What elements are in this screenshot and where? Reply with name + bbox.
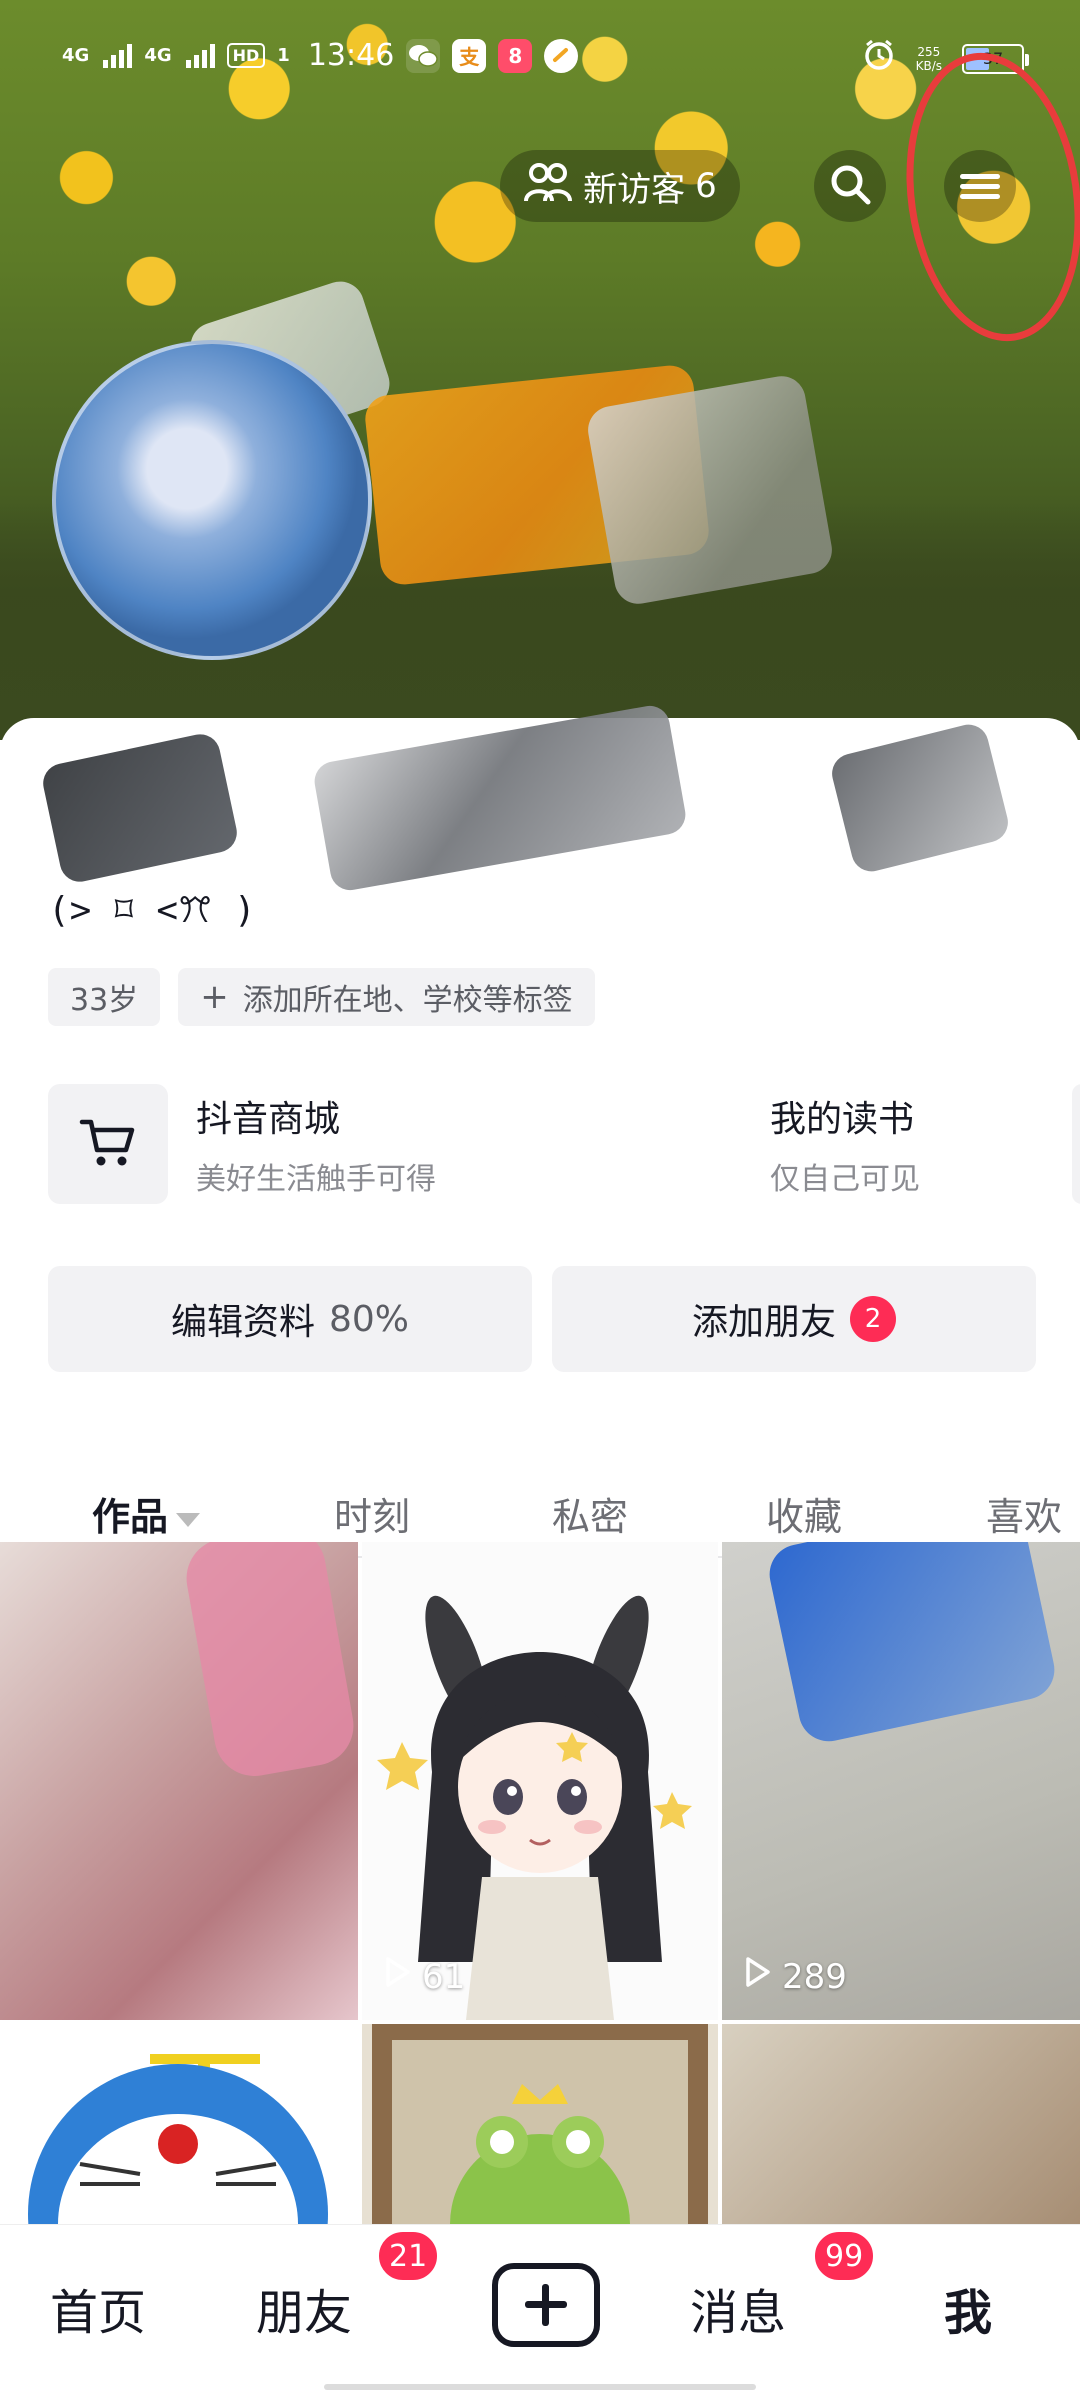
reading-title[interactable]: 我的读书: [770, 1090, 914, 1142]
visitor-label: 新访客: [583, 169, 686, 210]
nav-home[interactable]: 首页: [50, 2273, 146, 2343]
nav-me[interactable]: 我: [944, 2273, 992, 2343]
shopping-cart-icon: [78, 1114, 138, 1174]
redaction-scribble: [180, 1542, 358, 1783]
redaction-scribble: [39, 730, 241, 886]
speed-unit: KB/s: [915, 58, 942, 73]
view-count: 61: [380, 1955, 465, 1998]
tab-moments[interactable]: 时刻: [334, 1486, 410, 1541]
hd-badge: HD: [226, 43, 266, 68]
profile-tags: 33岁 + 添加所在地、学校等标签: [48, 968, 595, 1026]
tab-likes[interactable]: 喜欢: [986, 1486, 1062, 1541]
messages-badge: 99: [812, 2229, 877, 2283]
plus-icon: +: [200, 977, 229, 1017]
shop-subtitle: 美好生活触手可得: [196, 1162, 436, 1197]
video-thumbnail[interactable]: [362, 2024, 718, 2224]
app-notification-icon: 8: [498, 38, 533, 73]
home-indicator: [324, 2384, 756, 2390]
signal-icon: [185, 43, 215, 68]
video-thumbnail[interactable]: 61: [362, 1542, 718, 2020]
new-visitors-button[interactable]: 新访客 6: [500, 150, 740, 222]
age-tag[interactable]: 33岁: [48, 968, 161, 1026]
more-shortcut[interactable]: [1072, 1084, 1080, 1204]
redaction-scribble: [827, 720, 1013, 876]
girl-illustration: [377, 1595, 692, 2020]
frog-illustration: [372, 2024, 708, 2224]
add-friend-label: 添加朋友: [691, 1302, 836, 1343]
profile-completion: 80%: [329, 1298, 410, 1340]
status-bar: 4G 4G HD 1 13:46 支 8 255 KB/s 37: [0, 38, 1080, 88]
add-friend-badge: 2: [850, 1296, 896, 1342]
add-friend-button[interactable]: 添加朋友 2: [552, 1266, 1036, 1372]
doraemon-illustration: [28, 2054, 328, 2224]
alipay-icon: 支: [452, 38, 487, 73]
shortcut-row: 抖音商城 美好生活触手可得 我的读书 仅自己可见: [48, 1084, 1080, 1204]
signal-label: 4G: [62, 44, 90, 66]
tab-works[interactable]: 作品: [92, 1486, 201, 1541]
clock: 13:46: [307, 38, 395, 73]
redaction-scribble: [311, 702, 689, 894]
profile-signature: (> ⌑ <ꔫ ): [48, 890, 256, 931]
add-tag-button[interactable]: + 添加所在地、学校等标签: [178, 968, 595, 1026]
wechat-icon: [406, 38, 441, 73]
speed-app-icon: [544, 38, 579, 73]
signal-label: 4G: [144, 44, 172, 66]
signal-icon: [103, 43, 133, 68]
video-thumbnail[interactable]: [0, 1542, 358, 2020]
tab-private[interactable]: 私密: [552, 1486, 628, 1541]
view-count-value: 289: [782, 1956, 847, 1997]
view-count-value: 61: [422, 1956, 466, 1997]
shop-title[interactable]: 抖音商城: [196, 1090, 340, 1142]
network-speed: 255 KB/s: [916, 45, 942, 73]
redaction-scribble: [764, 1542, 1060, 1747]
edit-profile-label: 编辑资料: [170, 1302, 315, 1343]
video-thumbnail[interactable]: 289: [722, 1542, 1080, 2020]
age-tag-label: 33岁: [70, 983, 139, 1018]
people-icon: [523, 160, 573, 213]
nav-messages[interactable]: 消息: [690, 2273, 786, 2343]
action-buttons: 编辑资料 80% 添加朋友 2: [48, 1266, 1036, 1372]
chevron-down-icon: [176, 1512, 201, 1527]
alarm-icon: [862, 38, 896, 79]
friends-badge: 21: [376, 2229, 441, 2283]
shop-shortcut[interactable]: [48, 1084, 168, 1204]
video-grid: 61 289: [0, 1542, 1080, 2224]
video-thumbnail[interactable]: [0, 2024, 358, 2224]
nav-friends[interactable]: 朋友: [256, 2273, 352, 2343]
video-thumbnail[interactable]: [722, 2024, 1080, 2224]
tab-works-label: 作品: [92, 1495, 169, 1539]
speed-value: 255: [917, 44, 941, 59]
create-button[interactable]: [492, 2263, 600, 2347]
hd-subscript: 1: [277, 44, 290, 66]
reading-subtitle: 仅自己可见: [770, 1162, 920, 1197]
edit-profile-button[interactable]: 编辑资料 80%: [48, 1266, 532, 1372]
redaction-scribble: [584, 372, 836, 608]
search-icon: [828, 162, 872, 210]
visitor-count: 6: [695, 166, 717, 206]
view-count: 289: [740, 1955, 847, 1998]
add-tag-label: 添加所在地、学校等标签: [242, 983, 573, 1018]
bottom-navigation: 首页 朋友 21 消息 99 我: [0, 2224, 1080, 2400]
tab-favorites[interactable]: 收藏: [766, 1486, 842, 1541]
play-icon: [380, 1955, 414, 1998]
search-button[interactable]: [814, 150, 886, 222]
play-icon: [740, 1955, 774, 1998]
avatar[interactable]: [52, 340, 372, 660]
